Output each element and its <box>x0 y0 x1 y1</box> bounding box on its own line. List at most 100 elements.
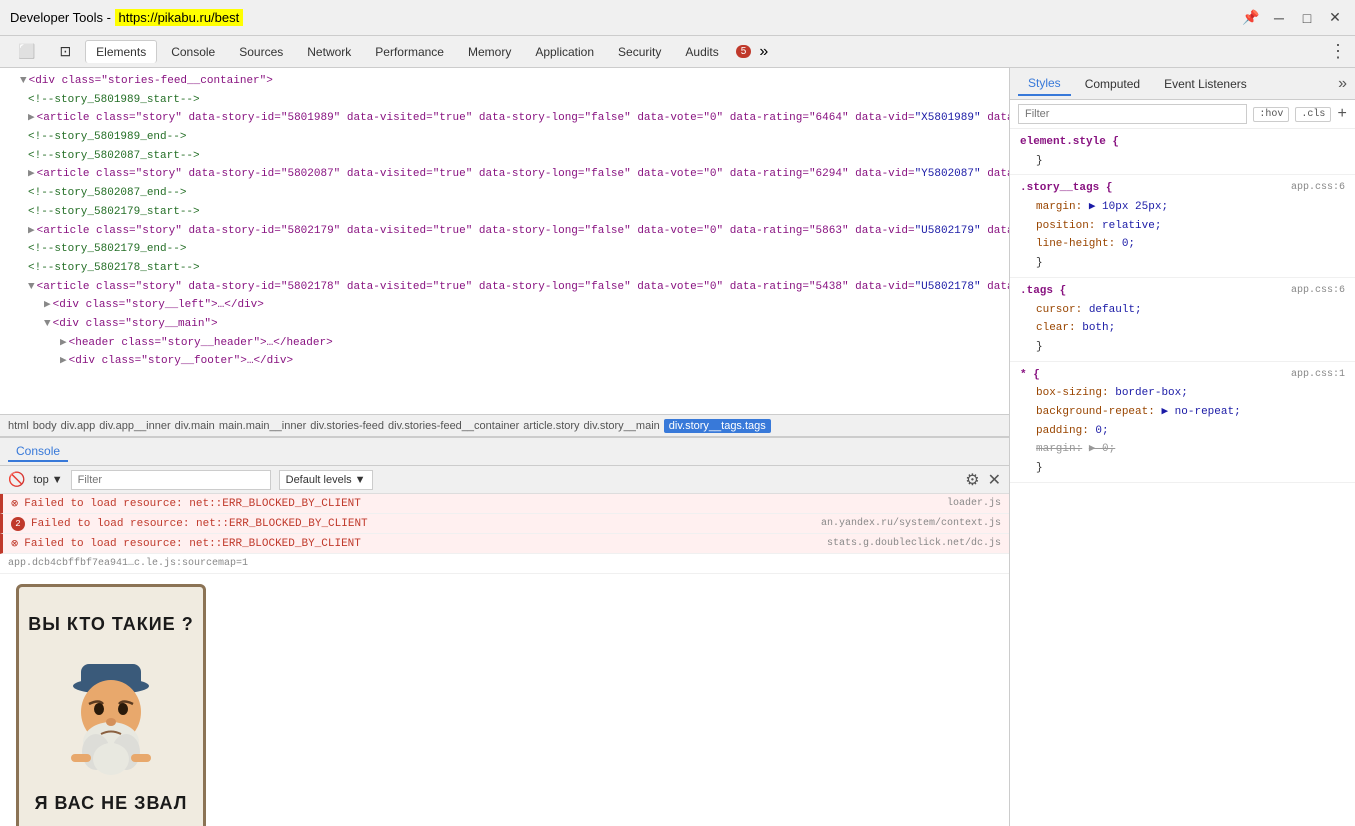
more-tabs-button[interactable]: » <box>1338 75 1347 93</box>
error-text: Failed to load resource: net::ERR_BLOCKE… <box>24 538 821 550</box>
pseudo-class-button[interactable]: :hov <box>1253 107 1289 122</box>
style-property-line: line-height: 0; <box>1020 235 1345 254</box>
breadcrumb-item[interactable]: div.story__main <box>584 420 660 432</box>
more-tabs-button[interactable]: » <box>759 43 768 61</box>
error-source[interactable]: an.yandex.ru/system/context.js <box>821 518 1001 529</box>
styles-filter-input[interactable] <box>1018 104 1247 124</box>
dom-line[interactable]: <!--story_5802178_start--> <box>0 259 1009 278</box>
style-property-line: } <box>1020 338 1345 357</box>
tag-text: <article class="story" data-story-id="58… <box>37 225 915 237</box>
console-context-label: top <box>33 474 48 486</box>
console-close-button[interactable]: ✕ <box>988 470 1001 490</box>
tag-text: <header class="story__header">…</header> <box>69 337 333 349</box>
devtools-main: ▼<div class="stories-feed__container"> <… <box>0 68 1355 826</box>
tab-console[interactable]: Console <box>161 41 225 63</box>
expand-tri[interactable]: ▶ <box>60 355 67 367</box>
console-filter-input[interactable] <box>71 470 271 490</box>
dom-line[interactable]: <!--story_5802087_end--> <box>0 184 1009 203</box>
tab-computed[interactable]: Computed <box>1075 73 1150 95</box>
chevron-down-icon: ▼ <box>355 474 366 486</box>
expand-tri[interactable]: ▼ <box>28 281 35 293</box>
expand-tri[interactable]: ▶ <box>28 168 35 180</box>
tab-inspect-icon[interactable]: ⬜ <box>8 39 45 64</box>
cls-button[interactable]: .cls <box>1295 107 1331 122</box>
tab-security[interactable]: Security <box>608 41 671 63</box>
style-source-link[interactable]: app.css:1 <box>1291 366 1345 383</box>
dom-line[interactable]: ▶<article class="story" data-story-id="5… <box>0 222 1009 241</box>
dom-line[interactable]: ▼<div class="stories-feed__container"> <box>0 72 1009 91</box>
console-clear-button[interactable]: 🚫 <box>8 471 25 488</box>
add-style-rule-button[interactable]: + <box>1337 105 1347 123</box>
minimize-button[interactable]: ─ <box>1269 8 1289 28</box>
dom-line[interactable]: <!--story_5802179_start--> <box>0 203 1009 222</box>
breadcrumb-item[interactable]: div.stories-feed__container <box>388 420 519 432</box>
tab-network[interactable]: Network <box>297 41 361 63</box>
breadcrumb-item[interactable]: div.app__inner <box>99 420 170 432</box>
console-error-message: 2 Failed to load resource: net::ERR_BLOC… <box>0 514 1009 534</box>
breadcrumb-item[interactable]: div.main <box>175 420 215 432</box>
style-rule: * { app.css:1 box-sizing: border-box; ba… <box>1010 362 1355 483</box>
style-source-link[interactable]: app.css:6 <box>1291 179 1345 196</box>
console-context-dropdown[interactable]: top ▼ <box>33 474 62 486</box>
breadcrumb-item[interactable]: div.stories-feed <box>310 420 384 432</box>
comment-text: <!--story_5801989_start--> <box>28 94 200 106</box>
expand-tri[interactable]: ▶ <box>44 299 51 311</box>
style-rule: element.style { } <box>1010 129 1355 175</box>
expand-tri[interactable]: ▶ <box>60 337 67 349</box>
tab-audits[interactable]: Audits <box>675 41 728 63</box>
breadcrumb-item[interactable]: body <box>33 420 57 432</box>
dom-line[interactable]: ▼<div class="story__main"> <box>0 315 1009 334</box>
dom-line[interactable]: ▶<div class="story__footer">…</div> <box>0 352 1009 371</box>
breadcrumb-item[interactable]: article.story <box>523 420 579 432</box>
expand-tri[interactable]: ▶ <box>28 225 35 237</box>
close-button[interactable]: ✕ <box>1325 8 1345 28</box>
tab-performance[interactable]: Performance <box>365 41 454 63</box>
console-info-message: app.dcb4cbffbf7ea941…c.le.js:sourcemap=1 <box>0 554 1009 574</box>
console-settings-button[interactable]: ⚙ <box>965 470 979 490</box>
dom-line[interactable]: ▶<div class="story__left">…</div> <box>0 296 1009 315</box>
breadcrumb-item-active[interactable]: div.story__tags.tags <box>664 419 771 433</box>
style-property-line: margin: ▶ 10px 25px; <box>1020 198 1345 217</box>
style-property-line: background-repeat: ▶ no-repeat; <box>1020 403 1345 422</box>
expand-tri[interactable]: ▶ <box>28 112 35 124</box>
dom-tree[interactable]: ▼<div class="stories-feed__container"> <… <box>0 68 1009 414</box>
dom-line[interactable]: ▶<article class="story" data-story-id="5… <box>0 109 1009 128</box>
tab-dock-icon[interactable]: ⊡ <box>49 39 81 64</box>
tag-text: <article class="story" data-story-id="58… <box>37 112 915 124</box>
tab-memory[interactable]: Memory <box>458 41 521 63</box>
error-text: Failed to load resource: net::ERR_BLOCKE… <box>31 518 815 530</box>
pin-button[interactable]: 📌 <box>1241 8 1261 28</box>
title-bar-text: Developer Tools - https://pikabu.ru/best <box>10 10 1241 25</box>
dom-line[interactable]: <!--story_5801989_start--> <box>0 91 1009 110</box>
breadcrumb-item[interactable]: html <box>8 420 29 432</box>
dom-line[interactable]: ▼<article class="story" data-story-id="5… <box>0 278 1009 297</box>
tab-styles[interactable]: Styles <box>1018 72 1071 96</box>
breadcrumb-item[interactable]: div.app <box>61 420 96 432</box>
error-source[interactable]: stats.g.doubleclick.net/dc.js <box>827 538 1001 549</box>
error-source[interactable]: app.dcb4cbffbf7ea941…c.le.js:sourcemap=1 <box>8 558 248 569</box>
webpage-preview: ВЫ КТО ТАКИЕ ? <box>0 574 1009 826</box>
tab-application[interactable]: Application <box>525 41 604 63</box>
style-selector-line: * { app.css:1 <box>1020 366 1345 385</box>
devtools-settings-button[interactable]: ⋮ <box>1329 41 1347 62</box>
expand-tri[interactable]: ▼ <box>20 75 27 87</box>
dom-line[interactable]: <!--story_5802179_end--> <box>0 240 1009 259</box>
dom-line[interactable]: ▶<header class="story__header">…</header… <box>0 334 1009 353</box>
error-source[interactable]: loader.js <box>947 498 1001 509</box>
maximize-button[interactable]: □ <box>1297 8 1317 28</box>
tab-elements[interactable]: Elements <box>85 40 157 63</box>
expand-tri[interactable]: ▼ <box>44 318 51 330</box>
dom-line[interactable]: <!--story_5802087_start--> <box>0 147 1009 166</box>
breadcrumb-item[interactable]: main.main__inner <box>219 420 306 432</box>
tag-text: <div class="story__left">…</div> <box>53 299 264 311</box>
console-levels-dropdown[interactable]: Default levels ▼ <box>279 470 373 490</box>
meme-image: ВЫ КТО ТАКИЕ ? <box>16 584 206 826</box>
style-source-link[interactable]: app.css:6 <box>1291 282 1345 299</box>
title-url: https://pikabu.ru/best <box>115 9 244 26</box>
dom-line[interactable]: <!--story_5801989_end--> <box>0 128 1009 147</box>
dom-line[interactable]: ▶<article class="story" data-story-id="5… <box>0 165 1009 184</box>
tab-event-listeners[interactable]: Event Listeners <box>1154 73 1257 95</box>
console-tab[interactable]: Console <box>8 442 68 462</box>
tab-sources[interactable]: Sources <box>229 41 293 63</box>
error-count-badge: 2 <box>11 517 25 531</box>
